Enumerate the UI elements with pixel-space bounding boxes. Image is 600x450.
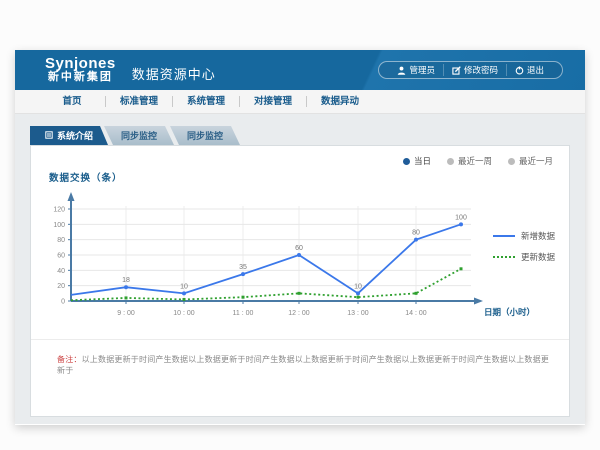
svg-text:20: 20 xyxy=(57,283,65,290)
svg-text:120: 120 xyxy=(53,207,65,214)
svg-text:35: 35 xyxy=(239,264,247,271)
radio-option-today[interactable]: 当日 xyxy=(403,155,431,167)
svg-text:0: 0 xyxy=(61,299,65,306)
footnote-prefix: 备注： xyxy=(57,355,82,364)
svg-text:13 : 00: 13 : 00 xyxy=(347,310,369,317)
brand-logo-cn: 新中新集团 xyxy=(45,72,116,84)
radio-dot xyxy=(508,158,515,165)
nav-item-interface-mgmt[interactable]: 对接管理 xyxy=(240,90,306,113)
footnote-text: 以上数据更新于时间产生数据以上数据更新于时间产生数据以上数据更新于时间产生数据以… xyxy=(57,355,549,375)
nav-item-data-change[interactable]: 数据异动 xyxy=(307,90,373,113)
app-header: Synjones 新中新集团 数据资源中心 管理员 修改密码 退出 xyxy=(15,50,585,90)
svg-text:40: 40 xyxy=(57,268,65,275)
legend-item-updated-data: 更新数据 xyxy=(493,251,555,263)
logout-button[interactable]: 退出 xyxy=(506,64,552,76)
tab-label: 同步监控 xyxy=(121,129,157,142)
radio-option-last-week[interactable]: 最近一周 xyxy=(447,155,492,167)
radio-label: 当日 xyxy=(414,155,431,167)
tab-system-intro[interactable]: 系统介绍 xyxy=(30,126,108,145)
change-password-button[interactable]: 修改密码 xyxy=(443,64,506,76)
svg-text:80: 80 xyxy=(57,237,65,244)
radio-label: 最近一月 xyxy=(519,155,553,167)
svg-text:14 : 00: 14 : 00 xyxy=(405,310,427,317)
nav-item-home[interactable]: 首页 xyxy=(39,90,105,113)
document-icon xyxy=(45,131,53,141)
content-area: 系统介绍 同步监控 同步监控 当日 最近一周 xyxy=(15,114,585,424)
svg-text:100: 100 xyxy=(53,222,65,229)
svg-text:18: 18 xyxy=(122,277,130,284)
chart-container: 0 20 40 60 80 100 120 9 : 00 10 : 00 11 : 00 12 : … xyxy=(39,188,544,333)
logout-icon xyxy=(515,66,524,75)
svg-text:60: 60 xyxy=(57,253,65,260)
change-password-label: 修改密码 xyxy=(464,64,498,76)
admin-user-label: 管理员 xyxy=(409,64,435,76)
svg-text:12 : 00: 12 : 00 xyxy=(288,310,310,317)
page-title: 数据资源中心 xyxy=(132,58,216,83)
svg-text:11 : 00: 11 : 00 xyxy=(233,310,254,317)
main-nav: 首页 标准管理 系统管理 对接管理 数据异动 xyxy=(15,90,585,114)
tab-sync-monitor-2[interactable]: 同步监控 xyxy=(170,126,240,145)
svg-text:100: 100 xyxy=(455,214,467,221)
footnote: 备注：以上数据更新于时间产生数据以上数据更新于时间产生数据以上数据更新于时间产生… xyxy=(57,354,551,376)
legend-label: 更新数据 xyxy=(521,251,555,263)
svg-text:60: 60 xyxy=(295,245,303,252)
range-filter: 当日 最近一周 最近一月 xyxy=(403,155,553,167)
tab-label: 系统介绍 xyxy=(57,129,93,142)
svg-text:日期（小时）: 日期（小时） xyxy=(484,307,535,317)
svg-text:10: 10 xyxy=(180,283,188,290)
edit-icon xyxy=(452,66,461,75)
panel-divider xyxy=(31,339,569,340)
nav-item-standard-mgmt[interactable]: 标准管理 xyxy=(106,90,172,113)
tab-label: 同步监控 xyxy=(187,129,223,142)
svg-text:10: 10 xyxy=(354,283,362,290)
radio-option-last-month[interactable]: 最近一月 xyxy=(508,155,553,167)
user-icon xyxy=(397,66,406,75)
svg-text:80: 80 xyxy=(412,230,420,237)
radio-label: 最近一周 xyxy=(458,155,492,167)
chart-legend: 新增数据 更新数据 xyxy=(493,230,555,263)
line-chart: 0 20 40 60 80 100 120 9 : 00 10 : 00 11 : 00 12 : … xyxy=(39,188,544,328)
legend-swatch-solid-blue xyxy=(493,235,515,237)
admin-user-button[interactable]: 管理员 xyxy=(389,64,443,76)
svg-text:9 : 00: 9 : 00 xyxy=(117,310,135,317)
tab-bar: 系统介绍 同步监控 同步监控 xyxy=(30,126,240,145)
brand-logo: Synjones 新中新集团 xyxy=(45,56,116,83)
legend-label: 新增数据 xyxy=(521,230,555,242)
radio-dot xyxy=(403,158,410,165)
brand-logo-en: Synjones xyxy=(45,56,116,72)
svg-text:10 : 00: 10 : 00 xyxy=(173,310,195,317)
logout-label: 退出 xyxy=(527,64,544,76)
user-toolbar: 管理员 修改密码 退出 xyxy=(378,61,563,79)
radio-dot xyxy=(447,158,454,165)
legend-swatch-dotted-green xyxy=(493,256,515,258)
tab-sync-monitor-1[interactable]: 同步监控 xyxy=(104,126,174,145)
app-window: Synjones 新中新集团 数据资源中心 管理员 修改密码 退出 xyxy=(15,50,585,425)
chart-panel: 当日 最近一周 最近一月 数据交换（条） 0 20 40 60 80 100 120 9 : … xyxy=(30,145,570,417)
legend-item-new-data: 新增数据 xyxy=(493,230,555,242)
nav-item-system-mgmt[interactable]: 系统管理 xyxy=(173,90,239,113)
chart-y-axis-title: 数据交换（条） xyxy=(49,170,123,184)
